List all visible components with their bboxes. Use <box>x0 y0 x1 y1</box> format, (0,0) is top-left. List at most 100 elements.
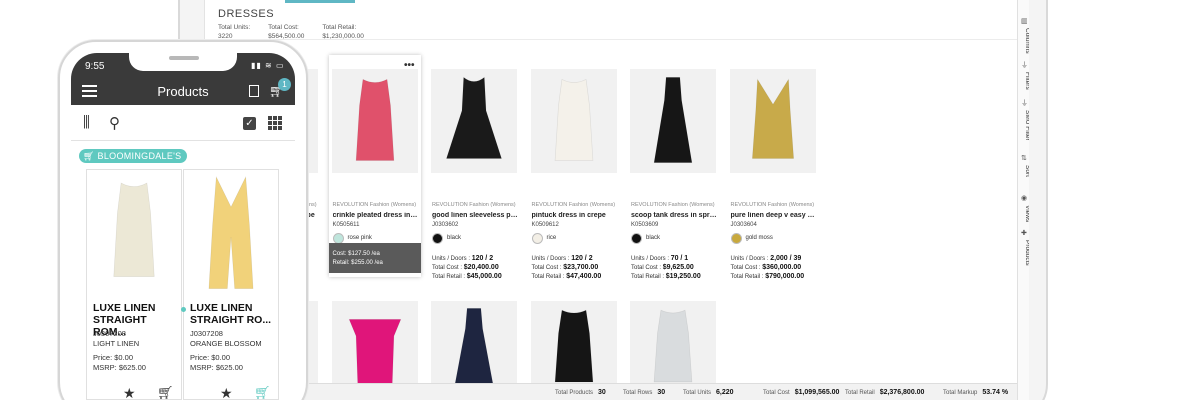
product-brand: REVOLUTION Fashion (Womens) <box>332 202 417 208</box>
product-card[interactable]: REVOLUTION Fashion (Womens) pintuck dres… <box>527 55 620 280</box>
cost-label: Total Cost : <box>730 265 761 271</box>
filter-sliders-icon[interactable]: ⫼ <box>83 114 90 131</box>
product-sku: J0307208 <box>93 329 126 338</box>
tooltip-retail: Retail: $255.00 /ea <box>332 260 383 266</box>
category-title: DRESSES <box>218 8 275 20</box>
product-name[interactable]: good linen sleeveless pe... <box>432 212 518 219</box>
color-swatch[interactable] <box>432 233 443 244</box>
stat-label: Total Cost: <box>268 24 299 31</box>
filters-icon[interactable]: ⏚ <box>1021 62 1028 69</box>
units-doors: Units / Doors : 70 / 1 <box>631 255 688 262</box>
select-checkbox-icon[interactable]: ✓ <box>243 117 256 130</box>
product-card[interactable] <box>428 291 520 393</box>
favorite-star-icon[interactable]: ★ <box>123 385 136 400</box>
product-card[interactable] <box>528 291 620 393</box>
product-image[interactable] <box>431 69 517 173</box>
product-image[interactable] <box>331 301 418 393</box>
store-tag[interactable]: 🛒︎ BLOOMINGDALE'S <box>79 149 188 163</box>
units-doors: Units / Doors : 120 / 2 <box>432 255 493 262</box>
rail-tab-views[interactable]: Views <box>1019 205 1029 222</box>
sort-icon[interactable]: ⇅ <box>1021 155 1028 162</box>
category-header: DRESSES Total Units: 3220 Total Cost: $5… <box>205 0 1029 40</box>
rail-tab-filters[interactable]: Filters <box>1019 72 1029 90</box>
product-sku: K0509612 <box>531 222 559 228</box>
product-name[interactable]: pure linen deep v easy mi... <box>731 212 817 219</box>
product-card[interactable]: REVOLUTION Fashion (Womens) good linen s… <box>428 55 520 280</box>
smu-filter-icon[interactable]: ⏚ <box>1021 100 1028 107</box>
footer-total: Total Rows 30 <box>623 389 665 396</box>
views-icon[interactable]: ◉ <box>1021 195 1028 202</box>
product-image[interactable] <box>530 301 617 393</box>
favorite-star-icon[interactable]: ★ <box>220 385 233 400</box>
product-image[interactable] <box>88 171 180 291</box>
color-name: gold moss <box>745 235 773 241</box>
color-swatch[interactable] <box>730 233 742 244</box>
product-card[interactable]: REVOLUTION Fashion (Womens) scoop tank d… <box>627 55 719 280</box>
product-image[interactable] <box>729 69 816 173</box>
product-card[interactable]: REVOLUTION Fashion (Womens) crinkle plea… <box>328 55 421 277</box>
product-image[interactable] <box>530 69 617 173</box>
add-to-cart-icon[interactable]: 🛒︎ <box>254 385 271 400</box>
phone-product-card[interactable]: LUXE LINEN STRAIGHT ROM... J0307208 LIGH… <box>86 169 182 400</box>
total-retail: Total Retail : $19,250.00 <box>631 273 701 280</box>
grid-view-icon[interactable] <box>268 116 282 130</box>
product-sku: K0505611 <box>332 222 360 228</box>
retail-value: $790,000.00 <box>765 273 805 280</box>
product-image[interactable] <box>185 171 277 291</box>
stat-value: $1,230,000.00 <box>322 33 364 40</box>
product-price: Price: $0.00 <box>93 353 134 362</box>
retail-label: Total Retail : <box>531 274 565 280</box>
cost-label: Total Cost : <box>531 265 562 271</box>
retail-label: Total Retail : <box>432 274 466 280</box>
search-icon[interactable]: ⚲ <box>109 114 120 132</box>
product-card[interactable] <box>329 291 421 393</box>
total-retail: Total Retail : $790,000.00 <box>731 273 805 280</box>
cost-value: $360,000.00 <box>762 264 802 271</box>
units-value: 120 / 2 <box>571 255 593 262</box>
clock: 9:55 <box>85 61 105 72</box>
cost-value: $20,400.00 <box>463 264 499 271</box>
units-value: 70 / 1 <box>670 255 689 262</box>
product-name[interactable]: scoop tank dress in sprin... <box>631 212 717 219</box>
products-icon[interactable]: ✚ <box>1021 230 1028 237</box>
rail-tab-products[interactable]: Products <box>1019 240 1029 266</box>
product-card[interactable] <box>627 291 719 393</box>
footer-value: 53.74 % <box>982 389 1009 396</box>
product-name[interactable]: LUXE LINEN STRAIGHT RO... <box>190 302 276 326</box>
product-image[interactable] <box>630 69 716 173</box>
footer-label: Total Units <box>683 390 712 396</box>
rail-tab-columns[interactable]: Columns <box>1019 28 1029 54</box>
cost-label: Total Cost : <box>432 265 463 271</box>
footer-total: Total Cost $1,099,565.00 <box>763 389 839 396</box>
more-options-icon[interactable]: ••• <box>404 60 415 71</box>
color-swatch[interactable] <box>631 233 642 244</box>
order-sheet-icon[interactable] <box>249 85 259 97</box>
footer-total: Total Markup 53.74 % <box>943 389 1008 396</box>
product-image[interactable] <box>331 69 418 173</box>
product-image[interactable] <box>431 301 517 393</box>
cart-count-badge: 1 <box>278 78 291 91</box>
columns-icon[interactable]: ▥ <box>1021 18 1028 25</box>
total-retail: Total Retail : $45,000.00 <box>432 273 502 280</box>
retail-value: $45,000.00 <box>466 273 502 280</box>
stat-total-units: Total Units: 3220 <box>218 23 250 41</box>
product-card[interactable]: REVOLUTION Fashion (Womens) pure linen d… <box>726 55 819 280</box>
phone-product-card[interactable]: LUXE LINEN STRAIGHT RO... J0307208 ORANG… <box>181 169 279 400</box>
rail-tab-smu-filter[interactable]: SMU Filter <box>1019 110 1029 141</box>
cost-label: Total Cost : <box>631 265 662 271</box>
color-swatch[interactable] <box>531 233 543 244</box>
product-name[interactable]: crinkle pleated dress in s... <box>333 212 419 219</box>
add-to-cart-icon[interactable]: 🛒︎ <box>157 385 174 400</box>
total-cost: Total Cost : $360,000.00 <box>731 264 802 271</box>
footer-value: 30 <box>598 389 606 396</box>
units-label: Units / Doors : <box>730 256 769 262</box>
product-grid: REVOLUTION Fashion (Womens) easy shift d… <box>205 41 1017 393</box>
units-doors: Units / Doors : 2,000 / 39 <box>731 255 802 262</box>
rail-tab-sort[interactable]: Sort <box>1019 165 1029 177</box>
units-value: 2,000 / 39 <box>770 255 802 262</box>
signal-wifi-battery-icon: ▮▮ ≋ ▭ <box>251 61 285 70</box>
product-image[interactable] <box>630 301 716 393</box>
product-name[interactable]: pintuck dress in crepe <box>532 212 618 219</box>
total-cost: Total Cost : $20,400.00 <box>432 264 499 271</box>
units-value: 120 / 2 <box>471 255 494 262</box>
